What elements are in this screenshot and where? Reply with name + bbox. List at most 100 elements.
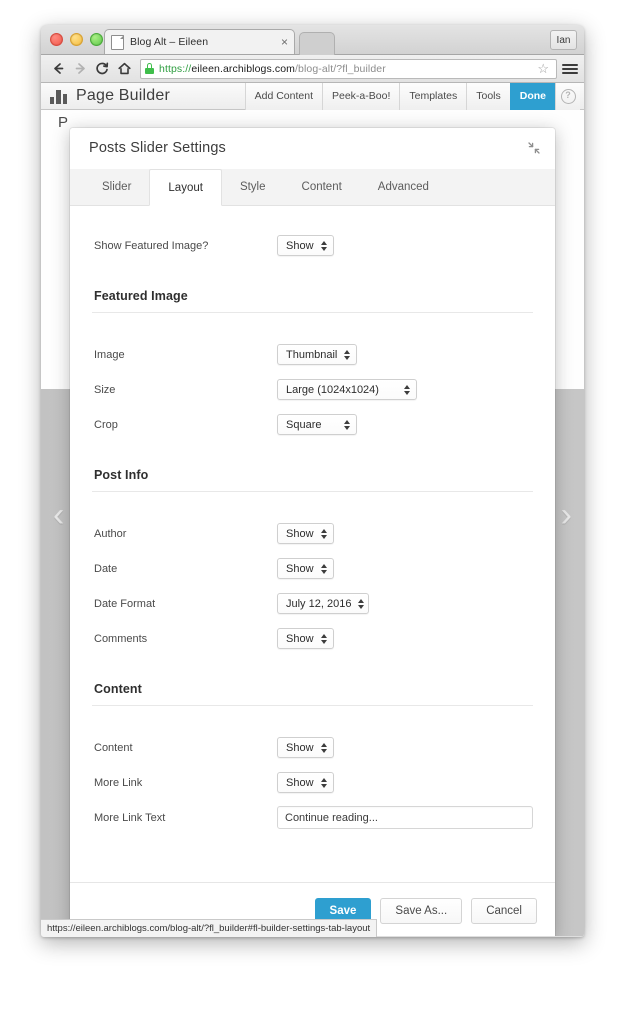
section-title-content: Content (92, 682, 533, 706)
field-row-content: Content Show (92, 730, 533, 765)
field-control: Show (277, 628, 533, 649)
cancel-button[interactable]: Cancel (471, 898, 537, 924)
field-row-author: Author Show (92, 516, 533, 551)
content-select[interactable]: Show (277, 737, 334, 758)
back-arrow-icon[interactable] (47, 58, 69, 80)
browser-tab[interactable]: Blog Alt – Eileen × (104, 29, 295, 54)
stepper-arrows-icon (320, 777, 327, 788)
author-select[interactable]: Show (277, 523, 334, 544)
minimize-window-button[interactable] (70, 33, 83, 46)
field-row-show-featured-image: Show Featured Image? Show (92, 228, 533, 263)
select-value: Show (286, 562, 314, 575)
address-bar-url: https://eileen.archiblogs.com/blog-alt/?… (159, 63, 534, 75)
profile-button[interactable]: Ian (550, 30, 577, 50)
crop-select[interactable]: Square (277, 414, 357, 435)
field-label: Comments (94, 632, 148, 645)
select-value: Show (286, 741, 314, 754)
add-content-button[interactable]: Add Content (244, 83, 322, 110)
close-window-button[interactable] (50, 33, 63, 46)
select-value: Show (286, 776, 314, 789)
help-button[interactable]: ? (555, 83, 580, 110)
date-select[interactable]: Show (277, 558, 334, 579)
forward-arrow-icon[interactable] (69, 58, 91, 80)
tools-button[interactable]: Tools (466, 83, 510, 110)
image-select[interactable]: Thumbnail (277, 344, 357, 365)
browser-titlebar: Blog Alt – Eileen × Ian (41, 25, 584, 55)
select-value: Show (286, 632, 314, 645)
stepper-arrows-icon (344, 419, 350, 430)
field-label: Date Format (94, 597, 156, 610)
field-label: More Link (94, 776, 143, 789)
collapse-diagonal-icon[interactable] (527, 141, 541, 155)
select-value: Show (286, 239, 314, 252)
stepper-arrows-icon (320, 240, 327, 251)
field-control: Show (277, 737, 533, 758)
address-bar[interactable]: https://eileen.archiblogs.com/blog-alt/?… (140, 58, 557, 79)
modal-title: Posts Slider Settings (89, 140, 226, 156)
tab-layout[interactable]: Layout (149, 169, 222, 206)
select-value: July 12, 2016 (286, 597, 352, 610)
page-favicon-icon (111, 34, 124, 50)
browser-menu-icon[interactable] (562, 58, 578, 80)
select-value: Show (286, 527, 314, 540)
page-builder-actions: Add Content Peek-a-Boo! Templates Tools … (244, 83, 580, 110)
secure-lock-icon (145, 63, 154, 74)
home-icon[interactable] (113, 58, 135, 80)
slider-prev-arrow-icon[interactable]: ‹ (53, 498, 64, 532)
url-host: eileen.archiblogs.com (191, 62, 295, 75)
field-label: Date (94, 562, 118, 575)
browser-status-bar: https://eileen.archiblogs.com/blog-alt/?… (41, 919, 378, 937)
maximize-window-button[interactable] (90, 33, 103, 46)
tab-style[interactable]: Style (222, 168, 284, 205)
field-control: Show (277, 558, 533, 579)
page-builder-toolbar: Page Builder Add Content Peek-a-Boo! Tem… (41, 83, 584, 110)
field-label: Image (94, 348, 125, 361)
tab-advanced[interactable]: Advanced (360, 168, 447, 205)
page-builder-title: Page Builder (76, 87, 171, 104)
more-link-select[interactable]: Show (277, 772, 334, 793)
close-tab-icon[interactable]: × (281, 36, 288, 48)
section-title-featured-image: Featured Image (92, 289, 533, 313)
save-as-button[interactable]: Save As... (380, 898, 463, 924)
bookmark-star-icon[interactable]: ☆ (537, 62, 549, 75)
templates-button[interactable]: Templates (399, 83, 467, 110)
modal-header-actions (527, 141, 541, 155)
field-label: Show Featured Image? (94, 239, 209, 252)
help-icon: ? (560, 88, 576, 104)
field-label: Crop (94, 418, 118, 431)
field-row-more-link: More Link Show (92, 765, 533, 800)
window-traffic-lights (50, 33, 103, 46)
stepper-arrows-icon (320, 563, 327, 574)
slider-next-arrow-icon[interactable]: › (561, 498, 572, 532)
more-link-text-input[interactable]: Continue reading... (277, 806, 533, 829)
done-button[interactable]: Done (509, 83, 555, 110)
field-label: Content (94, 741, 133, 754)
select-value: Thumbnail (286, 348, 338, 361)
field-control: Continue reading... (277, 806, 533, 829)
field-control: Show (277, 772, 533, 793)
select-value: Square (286, 418, 322, 431)
date-format-select[interactable]: July 12, 2016 (277, 593, 369, 614)
tab-slider[interactable]: Slider (84, 168, 149, 205)
field-row-date-format: Date Format July 12, 2016 (92, 586, 533, 621)
url-scheme: https:// (159, 62, 192, 75)
size-select[interactable]: Large (1024x1024) (277, 379, 417, 400)
field-row-crop: Crop Square (92, 407, 533, 442)
new-tab-button[interactable] (299, 32, 335, 55)
show-featured-image-select[interactable]: Show (277, 235, 334, 256)
field-row-size: Size Large (1024x1024) (92, 372, 533, 407)
peek-a-boo-button[interactable]: Peek-a-Boo! (322, 83, 400, 110)
stepper-arrows-icon (320, 742, 327, 753)
tab-content[interactable]: Content (284, 168, 360, 205)
browser-toolbar: https://eileen.archiblogs.com/blog-alt/?… (41, 55, 584, 83)
stepper-arrows-icon (320, 528, 327, 539)
reload-icon[interactable] (91, 58, 113, 80)
page-content-behind-modal: P ‹ › Posts Slider Settings Slider Layou… (41, 110, 584, 936)
page-builder-logo-icon (49, 86, 71, 106)
field-row-date: Date Show (92, 551, 533, 586)
field-label: Size (94, 383, 116, 396)
comments-select[interactable]: Show (277, 628, 334, 649)
